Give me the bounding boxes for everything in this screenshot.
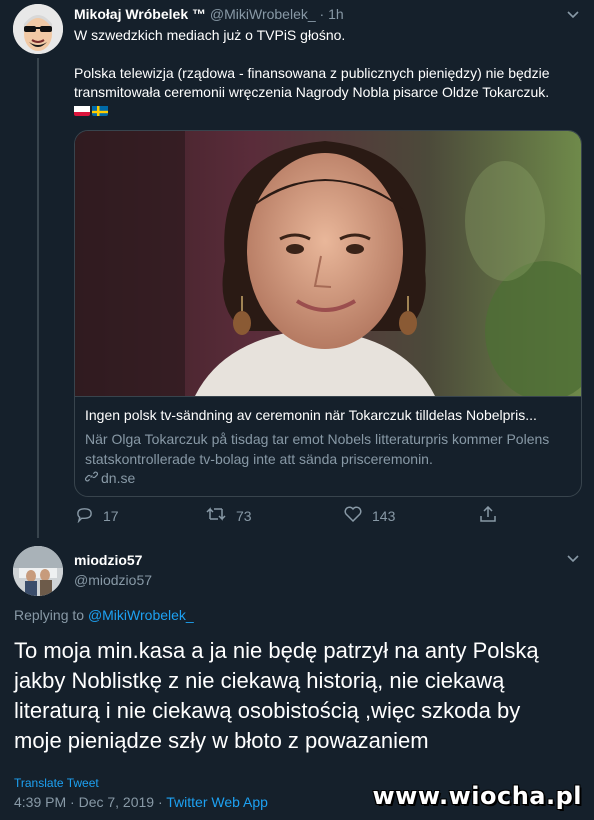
card-domain-text: dn.se bbox=[101, 470, 136, 486]
sweden-flag-icon bbox=[92, 104, 108, 116]
replying-to-handle[interactable]: @MikiWrobelek_ bbox=[88, 607, 194, 623]
replying-to-label: Replying to bbox=[14, 607, 85, 623]
tweet-timestamp[interactable]: 4:39 PM · Dec 7, 2019 · bbox=[14, 794, 166, 810]
link-card[interactable]: Ingen polsk tv-sändning av ceremonin när… bbox=[74, 130, 582, 497]
reply-author-name[interactable]: miodzio57 bbox=[74, 552, 142, 568]
author-avatar[interactable] bbox=[13, 4, 63, 54]
like-button[interactable]: 143 bbox=[344, 506, 395, 525]
heart-icon bbox=[344, 506, 362, 525]
main-tweet[interactable]: Mikołaj Wróbelek ™ @MikiWrobelek_ · 1h W… bbox=[0, 0, 594, 540]
card-title[interactable]: Ingen polsk tv-sändning av ceremonin när… bbox=[85, 407, 573, 423]
reply-icon bbox=[76, 506, 93, 526]
reply-count: 17 bbox=[103, 508, 119, 524]
tweet-header: Mikołaj Wróbelek ™ @MikiWrobelek_ · 1h bbox=[74, 6, 344, 22]
reply-button[interactable]: 17 bbox=[76, 506, 119, 526]
tweet-text-line1: W szwedzkich mediach już o TVPiS głośno. bbox=[74, 27, 346, 43]
tweet-metadata: 4:39 PM · Dec 7, 2019 · Twitter Web App bbox=[14, 794, 268, 810]
reply-chevron-down-icon[interactable] bbox=[566, 552, 580, 566]
author-name[interactable]: Mikołaj Wróbelek ™ bbox=[74, 6, 206, 22]
retweet-icon bbox=[206, 506, 226, 525]
author-handle[interactable]: @MikiWrobelek_ bbox=[210, 6, 316, 22]
card-image bbox=[75, 131, 581, 396]
reply-text: To moja min.kasa a ja nie będę patrzył n… bbox=[14, 638, 539, 753]
card-description: När Olga Tokarczuk på tisdag tar emot No… bbox=[85, 431, 550, 467]
retweet-count: 73 bbox=[236, 507, 252, 524]
chevron-down-icon[interactable] bbox=[566, 8, 580, 22]
tweet-actions: 17 73 143 bbox=[74, 505, 514, 528]
poland-flag-icon bbox=[74, 104, 90, 116]
retweet-button[interactable]: 73 bbox=[206, 506, 252, 525]
tweet-age[interactable]: 1h bbox=[328, 6, 344, 22]
share-icon bbox=[480, 505, 496, 525]
reply-tweet[interactable]: miodzio57 @miodzio57 Replying to @MikiWr… bbox=[0, 540, 594, 820]
tweet-text: W szwedzkich mediach już o TVPiS głośno.… bbox=[74, 26, 586, 116]
card-domain[interactable]: dn.se bbox=[84, 470, 136, 486]
card-divider bbox=[75, 396, 581, 397]
translate-tweet-link[interactable]: Translate Tweet bbox=[14, 776, 99, 790]
header-separator: · bbox=[319, 6, 325, 22]
share-button[interactable] bbox=[480, 505, 496, 525]
site-watermark: www.wiocha.pl bbox=[372, 782, 582, 810]
replying-to: Replying to @MikiWrobelek_ bbox=[14, 607, 194, 623]
source-app[interactable]: Twitter Web App bbox=[166, 794, 268, 810]
reply-author-avatar[interactable] bbox=[13, 546, 63, 596]
tweet-text-line2: Polska telewizja (rządowa - finansowana … bbox=[74, 65, 550, 100]
flag-emojis bbox=[74, 104, 586, 116]
link-icon bbox=[84, 470, 99, 486]
reply-author-handle[interactable]: @miodzio57 bbox=[74, 572, 152, 588]
thread-line bbox=[37, 58, 39, 538]
like-count: 143 bbox=[372, 507, 396, 524]
